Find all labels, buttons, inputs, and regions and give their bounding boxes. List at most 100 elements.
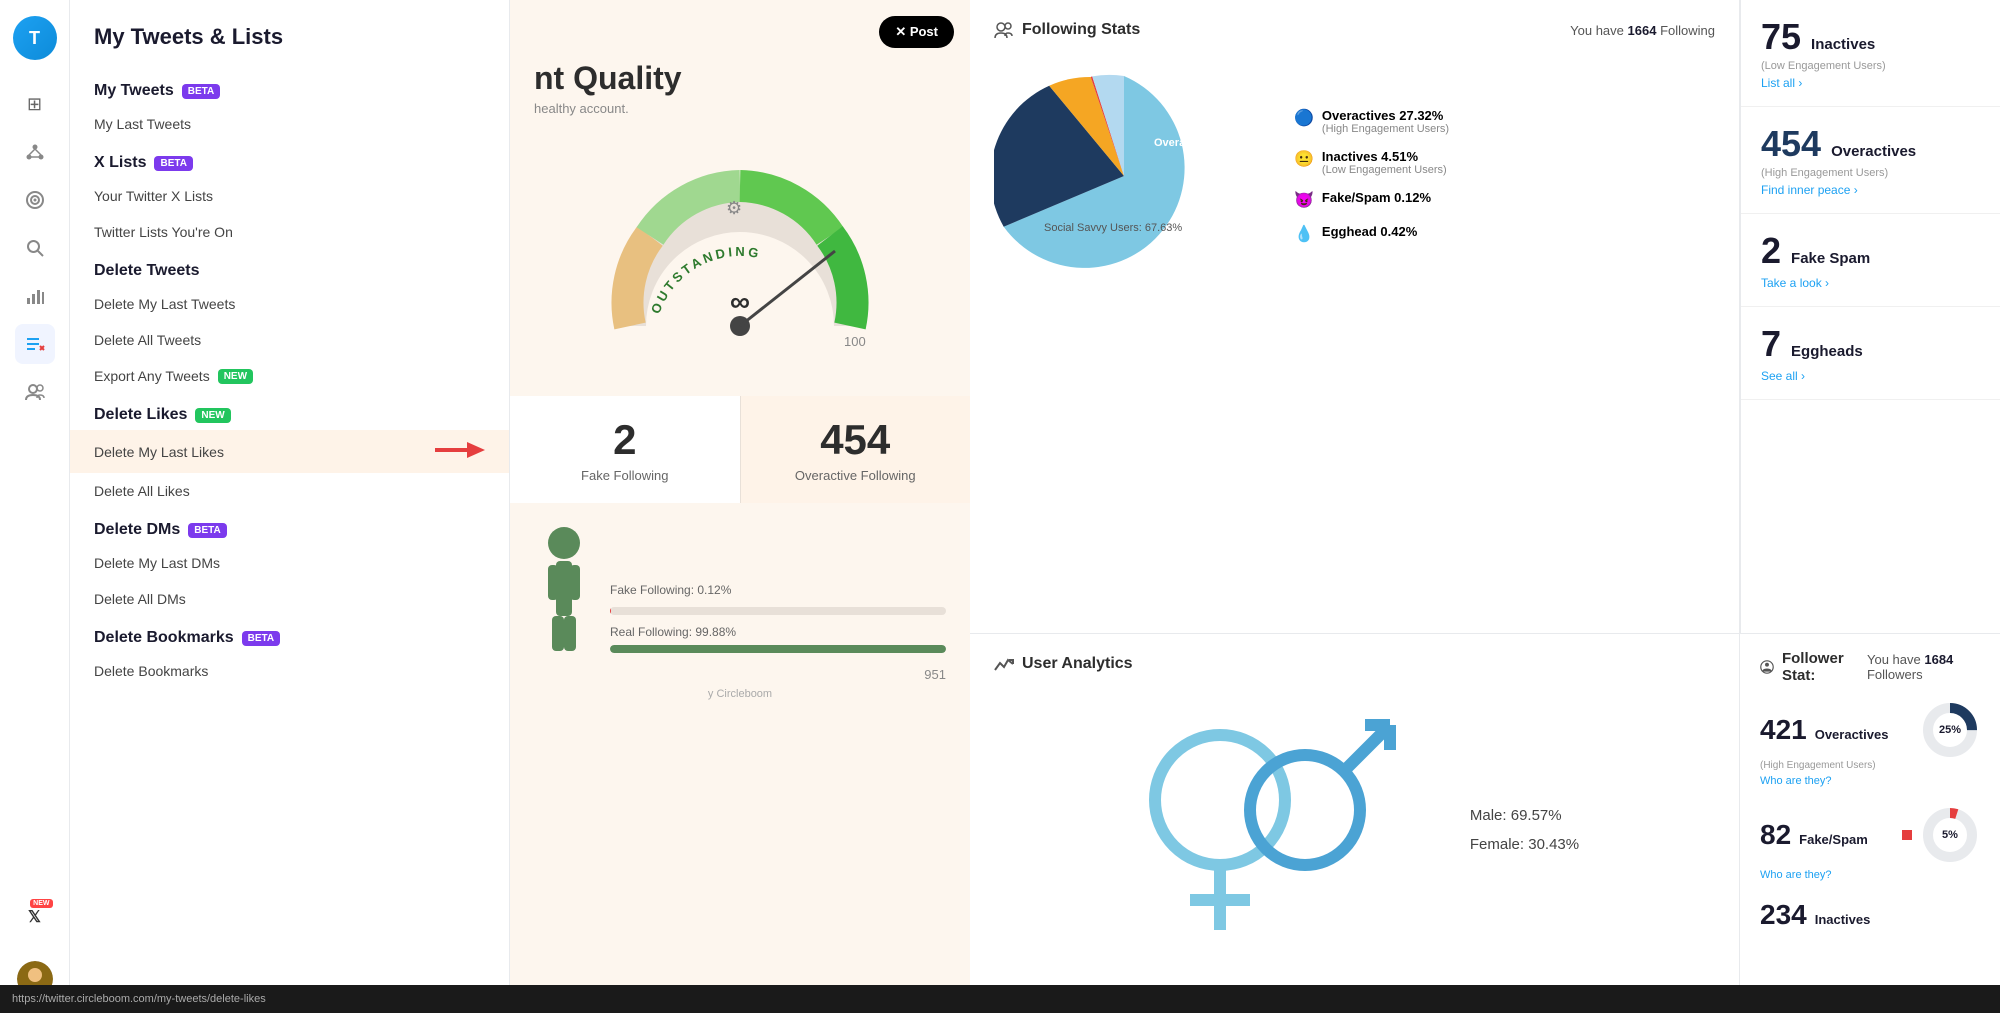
donut-label-overactives: 25%: [1939, 724, 1961, 736]
stat-label-fake: Fake Following: [534, 468, 716, 483]
stat-number-overactive: 454: [765, 416, 947, 464]
section-delete-dms: Delete DMs BETA: [70, 509, 509, 545]
svg-text:100: 100: [844, 334, 866, 349]
stick-figure: [534, 523, 594, 653]
follower-stats-header: Follower Stat: You have 1684 Followers: [1760, 650, 1980, 684]
quality-subtitle: healthy account.: [510, 101, 970, 136]
x-post-button[interactable]: ✕ Post: [879, 16, 954, 48]
fake-bar: [610, 607, 946, 615]
legend-overactives: 🔵 Overactives 27.32% (High Engagement Us…: [1294, 108, 1715, 135]
following-stats-title: Following Stats: [994, 20, 1140, 40]
fake-following-label: Fake Following: 0.12%: [610, 583, 946, 597]
following-bar-section: Fake Following: 0.12% Real Following: 99…: [510, 503, 970, 720]
menu-item-delete-last[interactable]: Delete My Last Tweets: [70, 286, 509, 322]
sidebar-icon-chart[interactable]: [15, 276, 55, 316]
real-bar: [610, 645, 946, 653]
follower-overactives-link[interactable]: Who are they?: [1760, 775, 1832, 787]
analytics-icon: [994, 654, 1014, 674]
menu-item-lists-on[interactable]: Twitter Lists You're On: [70, 214, 509, 250]
red-square-indicator: [1902, 830, 1912, 840]
menu-item-your-lists[interactable]: Your Twitter X Lists: [70, 178, 509, 214]
legend-egghead: 💧 Egghead 0.42%: [1294, 224, 1715, 244]
pie-legend-wrap: Overactives: 27.32% Social Savvy Users: …: [994, 56, 1715, 296]
center-panel: ✕ Post nt Quality healthy account.: [510, 0, 970, 1013]
sidebar-icon-delete[interactable]: [15, 324, 55, 364]
sidebar-icon-users[interactable]: [15, 372, 55, 412]
gender-stats: Male: 69.57% Female: 30.43%: [1470, 807, 1579, 853]
circleboom-number: 951: [534, 667, 946, 682]
legend-fakespam: 😈 Fake/Spam 0.12%: [1294, 190, 1715, 210]
main-content: ✕ Post nt Quality healthy account.: [510, 0, 2000, 1013]
section-x-lists: X Lists BETA: [70, 142, 509, 178]
donut-label-fakespam: 5%: [1942, 829, 1958, 841]
list-all-link[interactable]: List all ›: [1761, 76, 1980, 90]
stat-fake: 2 Fake Spam Take a look ›: [1741, 214, 2000, 307]
svg-text:⚙: ⚙: [726, 198, 742, 218]
dropdown-title: My Tweets & Lists: [70, 16, 509, 70]
beta-badge-bookmarks: BETA: [242, 631, 280, 646]
section-my-tweets: My Tweets BETA: [70, 70, 509, 106]
sidebar-icon-x[interactable]: 𝕏 NEW: [15, 897, 55, 937]
legend-inactives: 😐 Inactives 4.51% (Low Engagement Users): [1294, 149, 1715, 176]
beta-badge-xlists: BETA: [154, 156, 192, 171]
sidebar-icon-search[interactable]: [15, 228, 55, 268]
logo-letter: T: [29, 28, 40, 49]
arrow-icon: [435, 440, 485, 463]
take-look-link[interactable]: Take a look ›: [1761, 276, 1980, 290]
menu-item-delete-last-dms[interactable]: Delete My Last DMs: [70, 545, 509, 581]
follower-overactives: 421 Overactives 25%: [1760, 700, 1980, 789]
status-url: https://twitter.circleboom.com/my-tweets…: [12, 993, 266, 1005]
follower-fakespam-link[interactable]: Who are they?: [1760, 869, 1832, 881]
right-bottom: User Analytics: [970, 633, 2000, 1013]
menu-item-delete-all[interactable]: Delete All Tweets: [70, 322, 509, 358]
following-stats-text: Fake Following: 0.12% Real Following: 99…: [610, 583, 946, 653]
section-delete-likes: Delete Likes NEW: [70, 394, 509, 430]
new-badge: NEW: [30, 899, 52, 908]
new-badge-export: NEW: [218, 369, 253, 384]
menu-item-export[interactable]: Export Any Tweets NEW: [70, 358, 509, 394]
following-count-badge: You have 1664 Following: [1570, 23, 1715, 38]
pie-chart: Overactives: 27.32% Social Savvy Users: …: [994, 56, 1274, 296]
sidebar-icon-target[interactable]: [15, 180, 55, 220]
beta-badge-dms: BETA: [188, 523, 226, 538]
beta-badge-tweets: BETA: [182, 84, 220, 99]
sidebar-icon-nodes[interactable]: [15, 132, 55, 172]
stat-label-overactive: Overactive Following: [765, 468, 947, 483]
follower-stats-panel: Follower Stat: You have 1684 Followers 4…: [1740, 634, 2000, 1013]
follower-inactives: 234 Inactives: [1760, 899, 1980, 931]
gauge-svg: ∞ OUTSTANDING 100 ⚙: [600, 156, 880, 376]
menu-item-delete-last-likes[interactable]: Delete My Last Likes: [70, 430, 509, 473]
donut-fakespam: 5%: [1920, 805, 1980, 865]
follower-stats-icon: [1760, 658, 1774, 676]
stat-eggheads: 7 Eggheads See all ›: [1741, 307, 2000, 400]
menu-item-delete-all-likes[interactable]: Delete All Likes: [70, 473, 509, 509]
following-stats-panel: Following Stats You have 1664 Following: [970, 0, 1740, 633]
menu-item-last-tweets[interactable]: My Last Tweets: [70, 106, 509, 142]
user-analytics-header: User Analytics: [994, 654, 1715, 674]
gauge-container: ∞ OUTSTANDING 100 ⚙: [510, 136, 970, 396]
new-badge-likes: NEW: [195, 408, 230, 423]
sidebar-icon-grid[interactable]: ⊞: [15, 84, 55, 124]
stat-number-fake: 2: [534, 416, 716, 464]
menu-item-delete-all-dms[interactable]: Delete All DMs: [70, 581, 509, 617]
gender-visual: Male: 69.57% Female: 30.43%: [994, 690, 1715, 970]
user-analytics-title: User Analytics: [994, 654, 1133, 674]
status-bar: https://twitter.circleboom.com/my-tweets…: [0, 985, 2000, 1013]
see-all-link[interactable]: See all ›: [1761, 369, 1980, 383]
follower-fakespam: 82 Fake/Spam: [1760, 805, 1980, 883]
section-delete-tweets: Delete Tweets: [70, 250, 509, 286]
app-logo: T: [13, 16, 57, 60]
menu-item-delete-bookmarks[interactable]: Delete Bookmarks: [70, 653, 509, 689]
male-stat: Male: 69.57%: [1470, 807, 1579, 824]
pie-legend: 🔵 Overactives 27.32% (High Engagement Us…: [1294, 108, 1715, 244]
section-delete-bookmarks: Delete Bookmarks BETA: [70, 617, 509, 653]
stat-card-overactive: 454 Overactive Following: [741, 396, 971, 503]
real-following-label: Real Following: 99.88%: [610, 625, 946, 639]
female-stat: Female: 30.43%: [1470, 836, 1579, 853]
inner-peace-link[interactable]: Find inner peace ›: [1761, 183, 1980, 197]
stat-inactives: 75 Inactives (Low Engagement Users) List…: [1741, 0, 2000, 107]
svg-text:∞: ∞: [730, 286, 750, 317]
stat-overactives: 454 Overactives (High Engagement Users) …: [1741, 107, 2000, 214]
right-stats-panel: 75 Inactives (Low Engagement Users) List…: [1740, 0, 2000, 633]
gender-svg: [1130, 690, 1430, 970]
